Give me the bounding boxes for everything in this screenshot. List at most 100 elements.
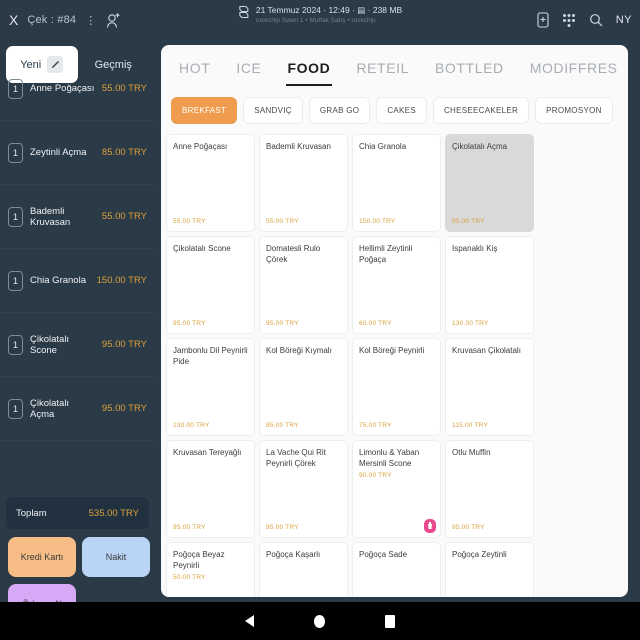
product-name: Hellimli Zeytinli Poğaça — [359, 244, 413, 264]
product-price: 95.00 TRY — [266, 524, 299, 531]
pay-cash-button[interactable]: Nakit — [82, 537, 150, 577]
product-grid-container[interactable]: Anne Poğaçası 55.00 TRY Bademli Kruvasan 55… — [161, 130, 628, 597]
product-card[interactable]: Kruvasan Tereyağlı 95.00 TRY — [166, 440, 255, 538]
chip-cheseecakeler[interactable]: CHESEECAKELER — [432, 96, 530, 124]
product-price: 130.00 TRY — [452, 320, 489, 327]
product-card[interactable]: Poğoça Beyaz Peynirli 50.00 TRY — [166, 542, 255, 597]
cart-item-price: 85.00 TRY — [101, 147, 147, 158]
category-tab-bar[interactable]: HOT ICE FOOD RETEIL BOTTLED MODIFFRES — [161, 45, 628, 90]
add-person-icon[interactable] — [106, 12, 121, 29]
cart-item-list[interactable]: 1 Anne Poğaçası 55.00 TRY 1 Zeytinli Açma 85.… — [0, 57, 155, 472]
product-badge-icon — [424, 519, 436, 533]
product-name: Chia Granola — [359, 142, 407, 151]
cart-item-qty[interactable]: 1 — [8, 206, 23, 227]
product-price: 90.00 TRY — [359, 471, 392, 479]
home-icon[interactable] — [314, 614, 325, 628]
cart-item-qty[interactable]: 1 — [8, 78, 23, 99]
tab-hot[interactable]: HOT — [177, 54, 212, 82]
top-bar-left-group: X Çek : #84 ⋮ — [0, 12, 121, 29]
user-initials-label[interactable]: NY — [616, 14, 632, 26]
product-card[interactable]: La Vache Qui Rit Peynirli Çörek 95.00 TRY — [259, 440, 348, 538]
product-card[interactable]: Bademli Kruvasan 55.00 TRY — [259, 134, 348, 232]
product-price: 95.00 TRY — [452, 524, 485, 531]
cart-item-name: Chia Granola — [30, 275, 86, 286]
product-grid[interactable]: Anne Poğaçası 55.00 TRY Bademli Kruvasan 55… — [166, 134, 623, 597]
check-number-label[interactable]: Çek : #84 — [27, 14, 76, 26]
chip-brekfast[interactable]: BREKFAST — [171, 96, 238, 124]
cart-item-qty[interactable]: 1 — [8, 398, 23, 419]
cart-row[interactable]: 1 Bademli Kruvasan 55.00 TRY — [0, 185, 155, 249]
product-price: 95.00 TRY — [173, 524, 206, 531]
subcategory-chip-bar[interactable]: BREKFAST SANDVIÇ GRAB GO CAKES CHESEECAKELER… — [161, 90, 628, 130]
product-card[interactable]: Poğoça Zeytinli55.00 TRY — [445, 542, 534, 597]
product-card[interactable]: Poğoça Kaşarlı50.00 TRY — [259, 542, 348, 597]
pay-credit-card-button[interactable]: Kredi Kartı — [8, 537, 76, 577]
product-card[interactable]: Chia Granola 150.00 TRY — [352, 134, 441, 232]
product-card[interactable]: Hellimli Zeytinli Poğaça 60.00 TRY — [352, 236, 441, 334]
android-navigation-bar — [0, 602, 640, 640]
product-price: 75.00 TRY — [359, 422, 392, 429]
product-name: Jambonlu Dil Peynirli Pide — [173, 346, 248, 366]
product-name: La Vache Qui Rit Peynirli Çörek — [266, 448, 326, 468]
cart-item-price: 55.00 TRY — [101, 83, 147, 94]
product-price: 150.00 TRY — [359, 218, 396, 225]
tab-reteil[interactable]: RETEIL — [354, 54, 411, 82]
cart-item-qty[interactable]: 1 — [8, 142, 23, 163]
product-name: Kruvasan Çikolatalı — [452, 346, 521, 355]
cart-item-name: Çikolatalı Açma — [30, 397, 70, 420]
cart-item-qty[interactable]: 1 — [8, 334, 23, 355]
top-bar: X Çek : #84 ⋮ 21 Temmuz 2024 · 12:49 · ▤… — [0, 0, 640, 40]
product-card[interactable]: Otlu Muffin 95.00 TRY — [445, 440, 534, 538]
product-card[interactable]: Ispanaklı Kiş 130.00 TRY — [445, 236, 534, 334]
product-price: 115.00 TRY — [452, 422, 488, 429]
product-card[interactable]: Poğoça Sade45.00 TRY — [352, 542, 441, 597]
product-card[interactable]: Kruvasan Çikolatalı 115.00 TRY — [445, 338, 534, 436]
total-label: Toplam — [16, 507, 47, 519]
product-price: 55.00 TRY — [173, 218, 206, 225]
numpad-icon[interactable] — [562, 13, 576, 28]
product-card[interactable]: Kol Böreği Kıymalı 85.00 TRY — [259, 338, 348, 436]
product-price: 130.00 TRY — [173, 422, 210, 429]
product-price: 95.00 TRY — [266, 320, 299, 327]
product-card[interactable]: Kol Böreği Peynirli 75.00 TRY — [352, 338, 441, 436]
cart-item-price: 95.00 TRY — [101, 339, 147, 350]
chip-cakes[interactable]: CAKES — [376, 96, 427, 124]
close-icon[interactable]: X — [9, 13, 18, 27]
tablet-add-icon[interactable] — [537, 12, 549, 28]
product-name: Çikolatalı Scone — [173, 244, 231, 253]
cart-row[interactable]: 1 Zeytinli Açma 85.00 TRY — [0, 121, 155, 185]
tab-modiffres[interactable]: MODIFFRES — [528, 54, 620, 82]
cart-row[interactable]: 1 Çikolatalı Açma 95.00 TRY — [0, 377, 155, 441]
cart-row[interactable]: 1 Anne Poğaçası 55.00 TRY — [0, 57, 155, 121]
tab-food[interactable]: FOOD — [285, 54, 333, 86]
tab-ice[interactable]: ICE — [234, 54, 263, 82]
chip-promosyon[interactable]: PROMOSYON — [535, 96, 613, 124]
overflow-menu-icon[interactable]: ⋮ — [85, 14, 97, 27]
recents-icon[interactable] — [385, 614, 395, 628]
product-name: Anne Poğaçası — [173, 142, 228, 151]
product-card[interactable]: Anne Poğaçası 55.00 TRY — [166, 134, 255, 232]
cart-item-qty[interactable]: 1 — [8, 270, 23, 291]
back-icon[interactable] — [245, 615, 254, 627]
product-name: Kol Böreği Peynirli — [359, 346, 425, 355]
tab-bottled[interactable]: BOTTLED — [433, 54, 506, 82]
cart-item-price: 95.00 TRY — [101, 403, 147, 414]
product-name: Bademli Kruvasan — [266, 142, 331, 151]
product-card[interactable]: Jambonlu Dil Peynirli Pide 130.00 TRY — [166, 338, 255, 436]
catalog-panel: HOT ICE FOOD RETEIL BOTTLED MODIFFRES BREKFAS… — [155, 40, 640, 602]
product-card[interactable]: Limonlu & Yaban Mersinli Scone 90.00 TRY — [352, 440, 441, 538]
pos-app-screen: X Çek : #84 ⋮ 21 Temmuz 2024 · 12:49 · ▤… — [0, 0, 640, 640]
product-card[interactable]: Çikolatalı Açma 95.00 TRY — [445, 134, 534, 232]
chip-sandvi-[interactable]: SANDVIÇ — [243, 96, 303, 124]
cart-row[interactable]: 1 Chia Granola 150.00 TRY — [0, 249, 155, 313]
product-card[interactable]: Domatesli Rulo Çörek 95.00 TRY — [259, 236, 348, 334]
product-price: 85.00 TRY — [266, 422, 299, 429]
chip-grab-go[interactable]: GRAB GO — [308, 96, 371, 124]
search-icon[interactable] — [589, 13, 603, 27]
product-name: Poğoça Zeytinli — [452, 550, 507, 559]
cart-row[interactable]: 1 Çikolatalı Scone 95.00 TRY — [0, 313, 155, 377]
cart-item-name: Anne Poğaçası — [30, 83, 95, 94]
product-price: 55.00 TRY — [266, 218, 299, 225]
top-bar-right-group: NY — [537, 0, 632, 40]
product-card[interactable]: Çikolatalı Scone 95.00 TRY — [166, 236, 255, 334]
